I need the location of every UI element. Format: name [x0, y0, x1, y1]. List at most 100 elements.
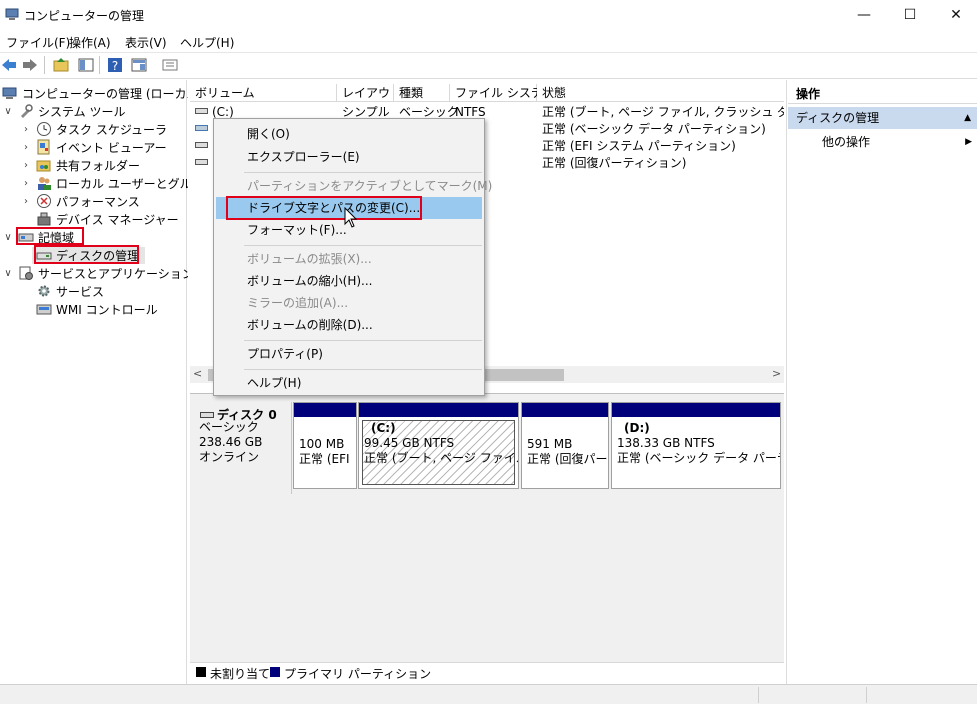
column-header-volume[interactable]: ボリューム [190, 84, 337, 102]
volume-icon [195, 142, 208, 148]
partition-status: 正常 (EFI [299, 452, 350, 466]
column-header-filesystem[interactable]: ファイル システム [450, 84, 554, 102]
tree-item-services[interactable]: サービス [20, 282, 104, 300]
tree-item-label: WMI コントロール [56, 302, 158, 317]
partition-size: 99.45 GB NTFS [364, 436, 455, 450]
chevron-right-icon[interactable]: › [20, 196, 32, 207]
legend-label-unallocated: 未割り当て [210, 667, 271, 681]
collapse-up-icon[interactable]: ▲ [964, 107, 971, 129]
partition-bar [359, 403, 518, 417]
title-bar [0, 0, 977, 30]
tree-item-label: サービス [56, 284, 105, 299]
gear-icon [38, 285, 50, 297]
volume-status: 正常 (回復パーティション) [542, 156, 687, 170]
window-title: コンピューターの管理 [24, 9, 145, 23]
tree-item-device-manager[interactable]: デバイス マネージャー [20, 210, 179, 228]
disk-icon [200, 411, 214, 418]
chevron-right-icon[interactable]: › [20, 178, 32, 189]
partition-bar [294, 403, 356, 417]
partition-size: 100 MB [299, 437, 345, 451]
ctx-extend-volume[interactable]: ボリュームの拡張(X)... [214, 248, 484, 270]
show-hide-tree-icon[interactable] [77, 56, 95, 74]
volume-icon [195, 108, 208, 114]
volume-status: 正常 (EFI システム パーティション) [542, 139, 736, 153]
tree-root[interactable]: コンピューターの管理 (ローカル) [2, 84, 203, 102]
actions-more[interactable]: 他の操作 ▶ [822, 133, 972, 151]
close-button[interactable]: ✕ [933, 0, 977, 30]
partition-bar [522, 403, 608, 417]
ctx-open[interactable]: 開く(O) [214, 123, 484, 145]
annotation-highlight-storage [16, 227, 84, 245]
ctx-explorer[interactable]: エクスプローラー(E) [214, 146, 484, 168]
tree-item-shared-folders[interactable]: › 共有フォルダー [20, 156, 140, 174]
tree-item-label: システム ツール [38, 104, 126, 119]
tree-item-task-scheduler[interactable]: › タスク スケジューラ [20, 120, 167, 138]
menu-file[interactable]: ファイル(F) [6, 34, 70, 51]
toolbar-separator [99, 56, 100, 74]
partition-d[interactable]: (D:) 138.33 GB NTFS 正常 (ベーシック データ パーティシ [611, 402, 781, 489]
toolbar-separator [44, 56, 45, 74]
partition-size: 591 MB [527, 437, 573, 451]
volume-icon [195, 159, 208, 165]
actions-section-disk-management[interactable]: ディスクの管理 ▲ [788, 107, 977, 129]
partition-status: 正常 (回復パー [527, 452, 608, 466]
ctx-separator [244, 172, 482, 173]
tree-item-performance[interactable]: › パフォーマンス [20, 192, 140, 210]
actions-header: 操作 [788, 84, 977, 104]
legend-label-primary: プライマリ パーティション [284, 667, 432, 681]
view-icon[interactable] [161, 56, 179, 74]
computer-management-icon [2, 87, 17, 99]
column-header-type[interactable]: 種類 [394, 84, 450, 102]
chevron-right-icon[interactable]: › [20, 142, 32, 153]
maximize-button[interactable]: ☐ [887, 0, 933, 30]
chevron-down-icon[interactable]: ∨ [2, 268, 14, 279]
partition-efi[interactable]: 100 MB 正常 (EFI [293, 402, 357, 489]
ctx-delete-volume[interactable]: ボリュームの削除(D)... [214, 314, 484, 336]
column-header-status[interactable]: 状態 [537, 84, 784, 102]
tools-icon [21, 104, 33, 118]
help-icon[interactable]: ? [106, 56, 124, 74]
tree-item-wmi-control[interactable]: WMI コントロール [20, 300, 158, 318]
scroll-right-icon[interactable]: > [772, 367, 781, 380]
ctx-add-mirror[interactable]: ミラーの追加(A)... [214, 292, 484, 314]
actions-more-label: 他の操作 [822, 135, 871, 149]
tree-item-event-viewer[interactable]: › イベント ビューアー [20, 138, 167, 156]
column-header-layout[interactable]: レイアウト [337, 84, 402, 102]
up-folder-icon[interactable] [52, 56, 70, 74]
ctx-separator [244, 369, 482, 370]
chevron-right-icon[interactable]: › [20, 124, 32, 135]
tree-item-system-tools[interactable]: ∨ システム ツール [2, 102, 125, 120]
partition-c[interactable]: (C:) 99.45 GB NTFS 正常 (ブート, ページ ファイル, クラ [358, 402, 519, 489]
tree-item-label: イベント ビューアー [56, 140, 167, 155]
chevron-down-icon[interactable]: ∨ [2, 106, 14, 117]
navigation-tree: コンピューターの管理 (ローカル) ∨ システム ツール › タスク スケジュー… [0, 80, 215, 684]
legend-swatch-primary [270, 667, 280, 677]
ctx-help[interactable]: ヘルプ(H) [214, 372, 484, 394]
status-divider [758, 687, 759, 703]
ctx-properties[interactable]: プロパティ(P) [214, 343, 484, 365]
properties-icon[interactable] [130, 56, 148, 74]
wmi-icon [36, 304, 52, 315]
forward-icon[interactable] [21, 56, 39, 74]
chevron-right-icon[interactable]: › [20, 160, 32, 171]
disk-info-panel[interactable]: ディスク 0 ベーシック 238.46 GB オンライン [190, 402, 292, 494]
ctx-separator [244, 245, 482, 246]
menu-view[interactable]: 表示(V) [125, 34, 167, 51]
menu-help[interactable]: ヘルプ(H) [180, 34, 234, 51]
tree-item-local-users-groups[interactable]: › ローカル ユーザーとグループ [20, 174, 215, 192]
partition-title: (D:) [624, 421, 650, 435]
partition-title: (C:) [371, 421, 396, 435]
partition-recovery[interactable]: 591 MB 正常 (回復パー [521, 402, 609, 489]
context-menu: 開く(O) エクスプローラー(E) パーティションをアクティブとしてマーク(M)… [213, 118, 492, 396]
chevron-down-icon[interactable]: ∨ [2, 232, 14, 243]
ctx-mark-active[interactable]: パーティションをアクティブとしてマーク(M) [214, 175, 492, 197]
menu-action[interactable]: 操作(A) [69, 34, 111, 51]
tree-item-label: 共有フォルダー [56, 158, 141, 173]
clock-icon [37, 122, 51, 136]
ctx-shrink-volume[interactable]: ボリュームの縮小(H)... [214, 270, 484, 292]
tree-item-services-apps[interactable]: ∨ サービスとアプリケーション [2, 264, 194, 282]
scroll-left-icon[interactable]: < [193, 367, 202, 380]
back-icon[interactable] [0, 56, 18, 74]
minimize-button[interactable]: — [841, 0, 887, 30]
volume-status: 正常 (ベーシック データ パーティション) [542, 122, 766, 136]
